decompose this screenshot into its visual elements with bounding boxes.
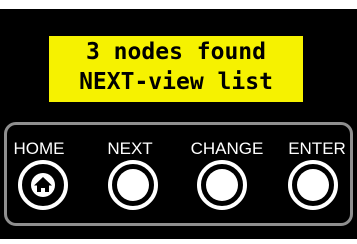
change-button-dot — [206, 169, 238, 201]
change-label-group: CHANGE — [181, 139, 273, 159]
lcd-line-1: 3 nodes found — [85, 39, 266, 65]
enter-label-group: ENTER — [283, 139, 351, 159]
enter-button-label: ENTER — [288, 139, 346, 158]
next-button-label: NEXT — [107, 139, 153, 158]
next-label-group: NEXT — [98, 139, 162, 159]
lcd-line-2: NEXT-view list — [79, 69, 273, 95]
home-icon — [31, 173, 55, 197]
home-button[interactable] — [18, 160, 68, 210]
enter-button-dot — [297, 169, 329, 201]
change-button-label: CHANGE — [190, 139, 264, 158]
change-button[interactable] — [197, 160, 247, 210]
home-button-label: HOME — [13, 139, 65, 158]
next-button[interactable] — [108, 160, 158, 210]
enter-button[interactable] — [288, 160, 338, 210]
lcd-display: 3 nodes found NEXT-view list — [49, 36, 303, 102]
home-label-group: HOME — [5, 139, 73, 159]
next-button-dot — [117, 169, 149, 201]
